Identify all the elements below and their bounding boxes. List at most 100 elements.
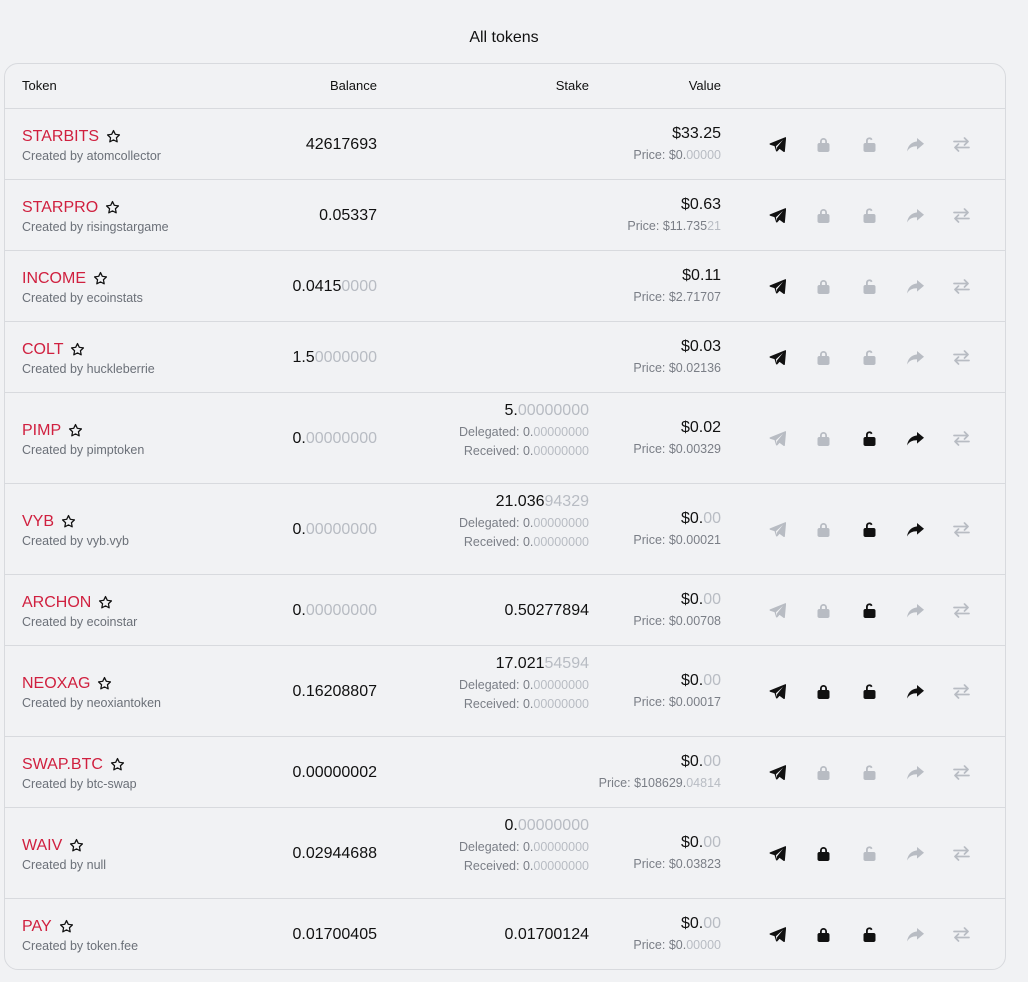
share-arrow-icon[interactable] — [892, 427, 938, 451]
unlock-icon[interactable] — [846, 923, 892, 947]
lock-icon[interactable] — [800, 923, 846, 947]
paper-plane-icon[interactable] — [754, 346, 800, 370]
swap-arrows-icon[interactable] — [938, 761, 984, 785]
share-arrow-icon[interactable] — [892, 204, 938, 228]
star-outline-icon[interactable] — [70, 342, 85, 357]
digits-main: $2.71707 — [668, 289, 721, 304]
unlock-icon[interactable] — [846, 346, 892, 370]
swap-arrows-icon[interactable] — [938, 204, 984, 228]
star-outline-icon[interactable] — [105, 200, 120, 215]
star-outline-icon[interactable] — [97, 676, 112, 691]
paper-plane-icon[interactable] — [754, 518, 800, 542]
lock-icon[interactable] — [800, 680, 846, 704]
paper-plane-icon[interactable] — [754, 842, 800, 866]
unlock-icon[interactable] — [846, 842, 892, 866]
share-arrow-icon[interactable] — [892, 599, 938, 623]
share-arrow-icon[interactable] — [892, 346, 938, 370]
star-outline-icon[interactable] — [59, 919, 74, 934]
unlock-icon[interactable] — [846, 133, 892, 157]
lock-icon[interactable] — [800, 518, 846, 542]
unlock-icon[interactable] — [846, 680, 892, 704]
lock-icon[interactable] — [800, 761, 846, 785]
paper-plane-icon[interactable] — [754, 761, 800, 785]
star-outline-icon[interactable] — [93, 271, 108, 286]
star-outline-icon[interactable] — [106, 129, 121, 144]
lock-icon[interactable] — [800, 346, 846, 370]
paper-plane-icon[interactable] — [754, 923, 800, 947]
paper-plane-icon[interactable] — [754, 275, 800, 299]
star-outline-icon[interactable] — [110, 757, 125, 772]
token-name-link[interactable]: SWAP.BTC — [22, 756, 103, 774]
lock-icon[interactable] — [800, 427, 846, 451]
lock-icon[interactable] — [800, 842, 846, 866]
swap-arrows-icon[interactable] — [938, 133, 984, 157]
share-arrow-icon[interactable] — [892, 680, 938, 704]
paper-plane-icon[interactable] — [754, 204, 800, 228]
digits-dim: 00000000 — [533, 515, 589, 530]
share-arrow-icon[interactable] — [892, 842, 938, 866]
digits-main: $0.11 — [682, 266, 721, 284]
digits-main: $0.00021 — [668, 532, 721, 547]
paper-plane-icon[interactable] — [754, 599, 800, 623]
token-name-link[interactable]: INCOME — [22, 270, 86, 288]
unlock-icon[interactable] — [846, 204, 892, 228]
star-outline-icon[interactable] — [61, 514, 76, 529]
token-name-link[interactable]: NEOXAG — [22, 675, 90, 693]
balance-value: 0.02944688 — [292, 845, 377, 863]
share-arrow-icon[interactable] — [892, 923, 938, 947]
stake-delegated: Delegated: 0.00000000 — [459, 678, 589, 692]
swap-arrows-icon[interactable] — [938, 275, 984, 299]
share-arrow-icon[interactable] — [892, 761, 938, 785]
share-arrow-icon[interactable] — [892, 133, 938, 157]
digits-main: $0.00329 — [668, 441, 721, 456]
unlock-icon[interactable] — [846, 427, 892, 451]
swap-arrows-icon[interactable] — [938, 427, 984, 451]
token-name-link[interactable]: COLT — [22, 341, 63, 359]
lock-icon[interactable] — [800, 204, 846, 228]
swap-arrows-icon[interactable] — [938, 842, 984, 866]
paper-plane-icon[interactable] — [754, 427, 800, 451]
token-actions — [754, 518, 984, 542]
lock-icon[interactable] — [800, 133, 846, 157]
token-name-link[interactable]: PAY — [22, 918, 52, 936]
token-name-link[interactable]: STARPRO — [22, 199, 98, 217]
share-arrow-icon[interactable] — [892, 275, 938, 299]
paper-plane-icon[interactable] — [754, 133, 800, 157]
star-outline-icon[interactable] — [68, 423, 83, 438]
star-outline-icon[interactable] — [69, 838, 84, 853]
unlock-icon[interactable] — [846, 599, 892, 623]
digits-main: 0. — [292, 520, 306, 538]
token-actions — [754, 427, 984, 451]
star-outline-icon[interactable] — [98, 595, 113, 610]
tokens-table: Token Balance Stake Value STARBITS Create… — [4, 63, 1006, 970]
unlock-icon[interactable] — [846, 275, 892, 299]
digits-main: $0. — [680, 752, 704, 770]
digits-main: 0. — [522, 534, 534, 549]
usd-value: $0.02 — [633, 419, 721, 437]
stake-delegated: Delegated: 0.00000000 — [459, 516, 589, 530]
digits-main: 0. — [292, 601, 306, 619]
share-arrow-icon[interactable] — [892, 518, 938, 542]
lock-icon[interactable] — [800, 599, 846, 623]
lock-icon[interactable] — [800, 275, 846, 299]
price-label: Price: — [633, 613, 669, 628]
token-name-link[interactable]: VYB — [22, 513, 54, 531]
swap-arrows-icon[interactable] — [938, 518, 984, 542]
value-cell: $0.63 Price: $11.73521 — [627, 196, 721, 233]
swap-arrows-icon[interactable] — [938, 346, 984, 370]
token-name-link[interactable]: WAIV — [22, 837, 62, 855]
paper-plane-icon[interactable] — [754, 680, 800, 704]
unlock-icon[interactable] — [846, 761, 892, 785]
token-name-link[interactable]: PIMP — [22, 422, 61, 440]
token-name-link[interactable]: ARCHON — [22, 594, 91, 612]
unlock-icon[interactable] — [846, 518, 892, 542]
token-name-link[interactable]: STARBITS — [22, 128, 99, 146]
price-label: Price: — [633, 147, 669, 162]
swap-arrows-icon[interactable] — [938, 680, 984, 704]
digits-dim: 00000000 — [533, 677, 589, 692]
value-cell: $0.02 Price: $0.00329 — [633, 419, 721, 456]
usd-value: $0.00 — [633, 672, 721, 690]
swap-arrows-icon[interactable] — [938, 599, 984, 623]
swap-arrows-icon[interactable] — [938, 923, 984, 947]
token-cell: NEOXAG Created by neoxiantoken — [22, 675, 161, 710]
